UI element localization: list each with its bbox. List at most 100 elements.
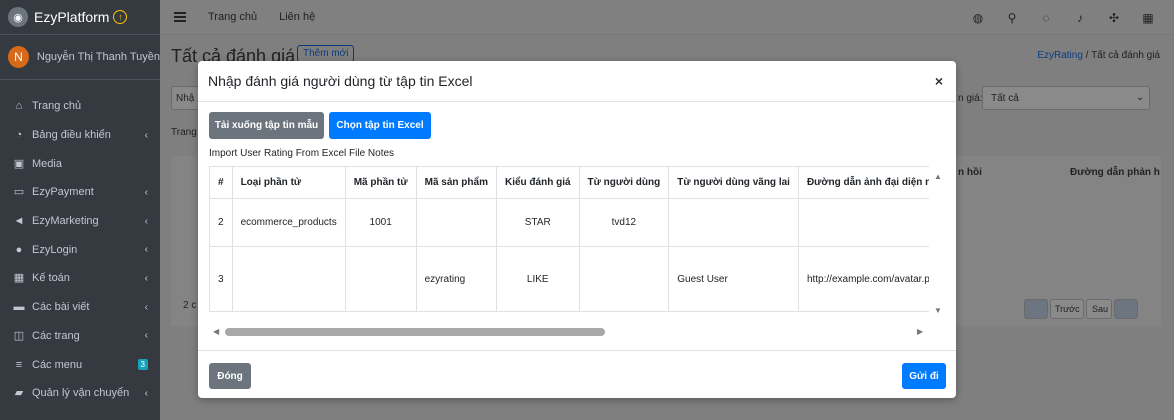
count-badge: 3 — [137, 359, 148, 371]
brand[interactable]: ◉ EzyPlatform ↑ — [0, 0, 160, 35]
sidebar-item-ezylogin[interactable]: ● EzyLogin ‹ — [0, 235, 160, 264]
sidebar-item-posts[interactable]: ▬ Các bài viết ‹ — [0, 293, 160, 322]
pagination-prev-label: Trước — [1055, 304, 1080, 314]
table-cell: STAR — [495, 198, 580, 247]
sidebar-item-label: Media — [32, 157, 62, 170]
rating-type-select[interactable]: Tất cả ⌄ — [982, 86, 1150, 110]
download-template-button[interactable]: Tải xuống tập tin mẫu — [209, 112, 324, 139]
chevron-down-icon: ⌄ — [1136, 92, 1145, 103]
table-header-row: # Loại phần tử Mã phần tử Mã sản phẩm Ki… — [209, 166, 929, 199]
sidebar-item-home[interactable]: ⌂ Trang chủ — [0, 92, 160, 121]
pagination-next-button[interactable]: Sau — [1086, 299, 1112, 319]
sidebar-item-dashboard[interactable]: ◔ Bảng điều khiển ‹ — [0, 121, 160, 150]
table-cell — [797, 198, 929, 247]
filter-label: n giá: — [958, 93, 983, 104]
modal-title: Nhập đánh giá người dùng từ tập tin Exce… — [208, 73, 473, 89]
column-header: Đường dẫn ảnh đại diện người — [797, 166, 929, 199]
sidebar-item-ezypayment[interactable]: ▭ EzyPayment ‹ — [0, 178, 160, 207]
scroll-left-icon[interactable]: ◀ — [213, 327, 219, 336]
sidebar-item-menus[interactable]: ≡ Các menu 3 — [0, 350, 160, 379]
pagination-prev-button[interactable]: Trước — [1050, 299, 1084, 319]
vertical-scrollbar[interactable]: ▲ ▼ — [931, 166, 946, 317]
import-excel-modal: Nhập đánh giá người dùng từ tập tin Exce… — [198, 61, 956, 398]
top-link-contact[interactable]: Liên hệ — [279, 11, 315, 23]
scroll-up-icon[interactable]: ▲ — [934, 172, 942, 181]
close-icon[interactable]: × — [932, 73, 946, 89]
pagination-first-button[interactable] — [1024, 299, 1048, 319]
pagination-last-button[interactable] — [1114, 299, 1138, 319]
table-cell: 1001 — [344, 198, 417, 247]
column-header: Mã sản phẩm — [415, 166, 497, 199]
expand-icon[interactable]: ✣ — [1108, 11, 1120, 25]
bell-icon[interactable]: ♪ — [1074, 11, 1086, 25]
scroll-right-icon[interactable]: ▶ — [917, 327, 923, 336]
sidebar-item-label: Trang chủ — [32, 100, 82, 113]
import-preview-table: # Loại phần tử Mã phần tử Mã sản phẩm Ki… — [209, 166, 929, 312]
chevron-left-icon: ‹ — [144, 244, 148, 256]
breadcrumb: EzyRating / Tất cả đánh giá — [1037, 50, 1160, 61]
submit-button[interactable]: Gửi đi — [902, 363, 946, 389]
filter-input-text: Nhậ — [176, 93, 195, 104]
sidebar-item-label: Các bài viết — [32, 301, 90, 314]
modal-header: Nhập đánh giá người dùng từ tập tin Exce… — [198, 61, 956, 102]
sidebar-item-pages[interactable]: ◫ Các trang ‹ — [0, 322, 160, 351]
hamburger-menu-icon[interactable] — [174, 12, 186, 22]
sidebar-item-accounting[interactable]: ▦ Kế toán ‹ — [0, 264, 160, 293]
add-new-button[interactable]: Thêm mới — [297, 45, 355, 62]
sidebar-item-label: EzyLogin — [32, 243, 78, 256]
table-cell — [415, 198, 497, 247]
sidebar-item-media[interactable]: ▣ Media — [0, 149, 160, 178]
megaphone-icon: ◄ — [13, 215, 25, 228]
column-header: # — [209, 166, 233, 199]
table-cell: ecommerce_products — [231, 198, 346, 247]
sidebar-item-shipping[interactable]: ▰ Quản lý vận chuyển ‹ — [0, 379, 160, 408]
import-notes: Import User Rating From Excel File Notes — [209, 148, 395, 159]
sidebar-item-label: EzyMarketing — [32, 215, 99, 228]
pages-icon: ◫ — [13, 329, 25, 342]
table-cell: 2 — [209, 198, 233, 247]
sidebar-item-label: EzyPayment — [32, 186, 94, 199]
top-link-home[interactable]: Trang chủ — [208, 11, 257, 23]
search-icon[interactable]: ⚲ — [1006, 11, 1018, 25]
table-cell: LIKE — [495, 246, 580, 312]
scroll-down-icon[interactable]: ▼ — [934, 306, 942, 315]
table-row: 2 ecommerce_products 1001 STAR tvd12 — [209, 198, 929, 247]
sidebar-item-ezymarketing[interactable]: ◄ EzyMarketing ‹ — [0, 207, 160, 236]
comments-icon[interactable]: ◌ — [1040, 11, 1052, 25]
table-cell: 3 — [209, 246, 233, 312]
import-preview-table-wrapper: # Loại phần tử Mã phần tử Mã sản phẩm Ki… — [209, 166, 929, 315]
chevron-left-icon: ‹ — [144, 272, 148, 284]
sidebar-item-label: Bảng điều khiển — [32, 129, 111, 142]
page-size-label: Trang — [171, 127, 197, 138]
calculator-icon: ▦ — [13, 272, 25, 285]
posts-icon: ▬ — [13, 301, 25, 314]
user-panel[interactable]: N Nguyễn Thị Thanh Tuyền — [0, 35, 160, 80]
home-icon: ⌂ — [15, 100, 23, 113]
table-cell: ezyrating — [415, 246, 497, 312]
menu-icon: ≡ — [15, 358, 23, 371]
users-icon: ● — [15, 243, 23, 256]
grid-icon[interactable]: ▦ — [1142, 11, 1154, 25]
avatar: N — [8, 46, 29, 68]
table-cell — [578, 246, 670, 312]
sidebar-item-label: Quản lý vận chuyển — [32, 387, 130, 400]
table-cell — [231, 246, 346, 312]
modal-footer: Đóng Gửi đi — [198, 350, 956, 398]
close-button[interactable]: Đóng — [209, 363, 251, 389]
column-header-partial: n hồi — [958, 167, 982, 178]
top-navbar: Trang chủ Liên hệ ◍ ⚲ ◌ ♪ ✣ ▦ — [160, 0, 1174, 35]
user-name: Nguyễn Thị Thanh Tuyền — [36, 51, 160, 63]
horizontal-scrollbar[interactable]: ◀ ▶ — [209, 324, 931, 339]
filter-input[interactable]: Nhậ — [171, 86, 201, 110]
choose-excel-file-button[interactable]: Chọn tập tin Excel — [329, 112, 431, 139]
sidebar: ◉ EzyPlatform ↑ N Nguyễn Thị Thanh Tuyền… — [0, 0, 160, 420]
column-header: Mã phần tử — [344, 166, 417, 199]
chevron-left-icon: ‹ — [144, 129, 148, 141]
truck-icon: ▰ — [14, 387, 24, 400]
table-cell — [344, 246, 417, 312]
breadcrumb-link[interactable]: EzyRating — [1037, 50, 1083, 61]
chevron-left-icon: ‹ — [144, 387, 148, 399]
scrollbar-thumb[interactable] — [225, 328, 605, 336]
select-value: Tất cả — [991, 93, 1019, 104]
globe-icon[interactable]: ◍ — [972, 11, 984, 25]
